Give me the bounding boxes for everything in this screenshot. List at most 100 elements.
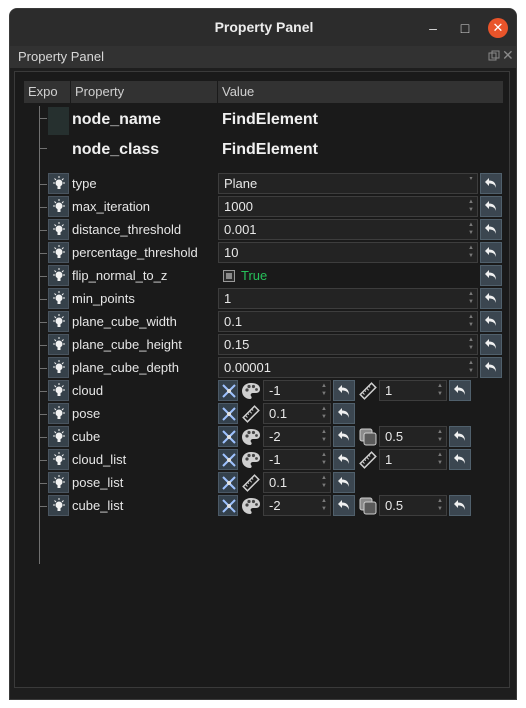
max-iteration-input[interactable]: 1000 ▲ ▼: [218, 196, 478, 217]
size-input[interactable]: 1 ▲ ▼: [379, 380, 447, 401]
color-input[interactable]: -1 ▲ ▼: [263, 380, 331, 401]
reset-button[interactable]: [480, 173, 502, 194]
color-input[interactable]: -1 ▲ ▼: [263, 449, 331, 470]
spin-arrows-icon[interactable]: ▲ ▼: [320, 451, 328, 468]
dock-title-bar[interactable]: Property Panel ✕: [10, 46, 516, 68]
lightbulb-icon[interactable]: [48, 265, 69, 286]
spin-arrows-icon[interactable]: ▲ ▼: [320, 474, 328, 491]
reset-button[interactable]: [449, 426, 471, 447]
spin-arrows-icon[interactable]: ▲ ▼: [320, 382, 328, 399]
spin-arrows-icon[interactable]: ▲ ▼: [467, 336, 475, 353]
dock-close-icon[interactable]: ✕: [502, 47, 514, 64]
spin-arrows-icon[interactable]: ▲ ▼: [467, 359, 475, 376]
reset-button[interactable]: [449, 380, 471, 401]
ruler-icon[interactable]: [358, 450, 378, 470]
hide-visual-button[interactable]: [218, 426, 238, 447]
float-icon[interactable]: [488, 50, 500, 62]
lightbulb-icon[interactable]: [48, 472, 69, 493]
hide-visual-button[interactable]: [218, 380, 238, 401]
minimize-button[interactable]: –: [423, 18, 443, 38]
hide-visual-button[interactable]: [218, 495, 238, 516]
distance-threshold-input[interactable]: 0.001 ▲ ▼: [218, 219, 478, 240]
reset-button[interactable]: [333, 449, 355, 470]
lightbulb-icon[interactable]: [48, 380, 69, 401]
hide-visual-button[interactable]: [218, 403, 238, 424]
color-input[interactable]: -2 ▲ ▼: [263, 495, 331, 516]
palette-icon[interactable]: [241, 381, 261, 401]
min-points-input[interactable]: 1 ▲ ▼: [218, 288, 478, 309]
lightbulb-icon[interactable]: [48, 495, 69, 516]
lightbulb-icon[interactable]: [48, 173, 69, 194]
header-value[interactable]: Value: [222, 84, 254, 99]
plane-cube-height-input[interactable]: 0.15 ▲ ▼: [218, 334, 478, 355]
reset-button[interactable]: [480, 265, 502, 286]
ruler-icon[interactable]: [358, 381, 378, 401]
reset-button[interactable]: [333, 403, 355, 424]
spin-arrows-icon[interactable]: ▲ ▼: [436, 497, 444, 514]
spin-arrows-icon[interactable]: ▲ ▼: [436, 382, 444, 399]
lightbulb-icon[interactable]: [48, 288, 69, 309]
spin-arrows-icon[interactable]: ▲ ▼: [320, 497, 328, 514]
reset-button[interactable]: [480, 311, 502, 332]
tree-branch: [39, 299, 47, 300]
title-bar[interactable]: Property Panel – □ ✕: [10, 9, 516, 46]
reset-button[interactable]: [333, 426, 355, 447]
reset-button[interactable]: [333, 495, 355, 516]
reset-button[interactable]: [480, 334, 502, 355]
lightbulb-icon[interactable]: [48, 449, 69, 470]
spin-arrows-icon[interactable]: ▲ ▼: [467, 198, 475, 215]
maximize-button[interactable]: □: [455, 18, 475, 38]
reset-button[interactable]: [480, 242, 502, 263]
spin-arrows-icon[interactable]: ▲ ▼: [467, 313, 475, 330]
close-button[interactable]: ✕: [488, 18, 508, 38]
opacity-icon[interactable]: [358, 427, 378, 447]
size-input[interactable]: 1 ▲ ▼: [379, 449, 447, 470]
spin-arrows-icon[interactable]: ▲ ▼: [467, 290, 475, 307]
lightbulb-icon[interactable]: [48, 403, 69, 424]
lightbulb-icon[interactable]: [48, 219, 69, 240]
property-row-max-iteration: max_iteration 1000 ▲ ▼: [15, 196, 511, 219]
palette-icon[interactable]: [241, 496, 261, 516]
palette-icon[interactable]: [241, 427, 261, 447]
reset-button[interactable]: [449, 495, 471, 516]
lightbulb-icon[interactable]: [48, 242, 69, 263]
spin-arrows-icon[interactable]: ▲ ▼: [436, 428, 444, 445]
spin-arrows-icon[interactable]: ▲ ▼: [467, 244, 475, 261]
alpha-input[interactable]: 0.5 ▲ ▼: [379, 495, 447, 516]
spin-arrows-icon[interactable]: ▲ ▼: [320, 405, 328, 422]
reset-button[interactable]: [333, 472, 355, 493]
header-expo[interactable]: Expo: [28, 84, 58, 99]
opacity-icon[interactable]: [358, 496, 378, 516]
spin-arrows-icon[interactable]: ▲ ▼: [320, 428, 328, 445]
reset-button[interactable]: [480, 357, 502, 378]
type-dropdown[interactable]: Plane ▾: [218, 173, 478, 194]
spin-arrows-icon[interactable]: ▲ ▼: [467, 221, 475, 238]
hide-visual-button[interactable]: [218, 449, 238, 470]
plane-cube-depth-input[interactable]: 0.00001 ▲ ▼: [218, 357, 478, 378]
chevron-down-icon: ▾: [469, 176, 473, 182]
reset-button[interactable]: [333, 380, 355, 401]
lightbulb-icon[interactable]: [48, 196, 69, 217]
percentage-threshold-input[interactable]: 10 ▲ ▼: [218, 242, 478, 263]
spin-arrows-icon[interactable]: ▲ ▼: [436, 451, 444, 468]
lightbulb-icon[interactable]: [48, 311, 69, 332]
header-property[interactable]: Property: [75, 84, 124, 99]
alpha-input[interactable]: 0.5 ▲ ▼: [379, 426, 447, 447]
lightbulb-icon[interactable]: [48, 357, 69, 378]
reset-button[interactable]: [480, 219, 502, 240]
color-input[interactable]: -2 ▲ ▼: [263, 426, 331, 447]
plane-cube-width-input[interactable]: 0.1 ▲ ▼: [218, 311, 478, 332]
lightbulb-icon[interactable]: [48, 334, 69, 355]
expose-placeholder: [48, 107, 69, 135]
size-input[interactable]: 0.1 ▲ ▼: [263, 403, 331, 424]
flip-normal-checkbox[interactable]: [223, 270, 235, 282]
ruler-icon[interactable]: [241, 473, 261, 493]
reset-button[interactable]: [480, 288, 502, 309]
size-input[interactable]: 0.1 ▲ ▼: [263, 472, 331, 493]
lightbulb-icon[interactable]: [48, 426, 69, 447]
palette-icon[interactable]: [241, 450, 261, 470]
ruler-icon[interactable]: [241, 404, 261, 424]
reset-button[interactable]: [449, 449, 471, 470]
reset-button[interactable]: [480, 196, 502, 217]
hide-visual-button[interactable]: [218, 472, 238, 493]
